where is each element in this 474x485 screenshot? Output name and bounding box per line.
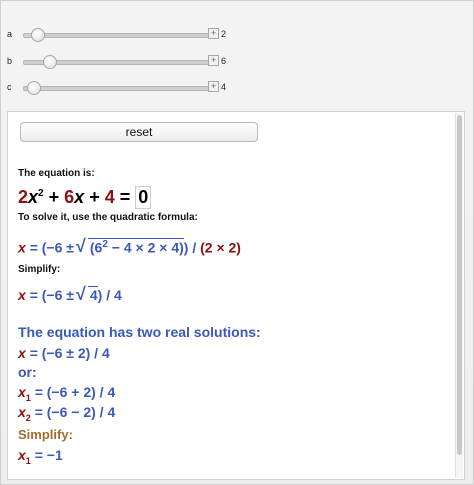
simplified-close: ) / 4 xyxy=(97,287,122,303)
slider-value-c: 4 xyxy=(221,82,227,92)
plus-icon[interactable]: + xyxy=(208,55,219,66)
vertical-scrollbar[interactable] xyxy=(455,113,463,478)
slider-label-b: b xyxy=(7,56,13,66)
sqrt-icon: 4 xyxy=(76,284,98,305)
slider-thumb-b[interactable] xyxy=(43,55,57,69)
slider-thumb-a[interactable] xyxy=(31,28,45,42)
slider-value-a: 2 xyxy=(221,29,227,39)
formula-equals: = xyxy=(29,239,38,256)
slider-track-a[interactable] xyxy=(23,28,209,42)
x2-sub: 2 xyxy=(25,412,31,423)
coef-b: 6 xyxy=(64,187,75,207)
x1-rest: = (−6 + 2) / 4 xyxy=(34,384,116,400)
inside-rest: − 4 × 2 × 4) xyxy=(111,239,184,256)
exponent: 2 xyxy=(38,188,44,199)
final-x: x xyxy=(18,447,26,463)
slider-c[interactable]: c + 4 xyxy=(7,81,247,95)
two-solutions-heading: The equation has two real solutions: xyxy=(18,324,261,340)
rhs-box: 0 xyxy=(135,186,152,209)
combined-rest: = (−6 ± 2) / 4 xyxy=(29,345,110,361)
formula-denominator: (2 × 2) xyxy=(200,239,241,256)
slider-label-a: a xyxy=(7,29,13,39)
combined-solution: x = (−6 ± 2) / 4 xyxy=(18,345,110,361)
inside-b: (6 xyxy=(89,239,103,256)
slider-track-b[interactable] xyxy=(23,55,209,69)
coef-c: 4 xyxy=(104,187,115,207)
simplified-formula: x = (−6 ± 4) / 4 xyxy=(18,284,122,305)
simplified-left: (−6 ± xyxy=(41,287,74,303)
inside-exp: 2 xyxy=(102,239,108,250)
x-term: x xyxy=(74,187,85,207)
final-sub: 1 xyxy=(25,455,31,466)
simplified-x: x xyxy=(18,287,26,303)
scrollbar-thumb[interactable] xyxy=(457,115,462,455)
plus-sign: + xyxy=(89,187,100,207)
formula-slash: / xyxy=(192,239,197,256)
slider-track-c[interactable] xyxy=(23,81,209,95)
reset-button[interactable]: reset xyxy=(20,122,258,142)
quadratic-formula: x = (−6 ± (62 − 4 × 2 × 4)) / (2 × 2) xyxy=(18,236,241,257)
output-panel: reset The equation is: 2x2 + 6x + 4 = 0 … xyxy=(7,111,465,480)
formula-close: ) xyxy=(183,239,189,256)
sqrt-icon: (62 − 4 × 2 × 4) xyxy=(76,236,184,257)
slider-thumb-c[interactable] xyxy=(27,81,41,95)
equation-display: 2x2 + 6x + 4 = 0 xyxy=(18,186,152,209)
simplified-equals: = xyxy=(29,287,38,303)
formula-left: (−6 ± xyxy=(41,239,74,256)
formula-x: x xyxy=(18,239,26,256)
plus-icon[interactable]: + xyxy=(208,81,219,92)
slider-value-b: 6 xyxy=(221,56,227,66)
solution-x1: x1 = (−6 + 2) / 4 xyxy=(18,384,115,403)
coef-a: 2 xyxy=(18,187,29,207)
plus-sign: + xyxy=(48,187,60,207)
simplify-heading-2: Simplify: xyxy=(18,427,73,442)
slider-a[interactable]: a + 2 xyxy=(7,28,247,42)
equals-sign: = xyxy=(119,187,131,207)
combined-x: x xyxy=(18,345,26,361)
equation-heading: The equation is: xyxy=(18,168,95,179)
formula-heading: To solve it, use the quadratic formula: xyxy=(18,212,198,223)
plus-icon[interactable]: + xyxy=(208,28,219,39)
x1-sub: 1 xyxy=(25,392,31,403)
solution-x2: x2 = (−6 − 2) / 4 xyxy=(18,404,115,423)
x1-var: x xyxy=(18,384,26,400)
or-label: or: xyxy=(18,364,37,380)
simplify-heading: Simplify: xyxy=(18,264,61,275)
final-rest: = −1 xyxy=(34,447,63,463)
x2-rest: = (−6 − 2) / 4 xyxy=(34,404,116,420)
final-solution: x1 = −1 xyxy=(18,447,63,466)
sqrt-arg: 4 xyxy=(87,286,98,303)
slider-label-c: c xyxy=(7,82,12,92)
sqrt-content: (62 − 4 × 2 × 4) xyxy=(87,238,184,256)
x-term: x xyxy=(28,187,39,207)
slider-b[interactable]: b + 6 xyxy=(7,55,247,69)
x2-var: x xyxy=(18,404,26,420)
control-panel: a + 2 b + 6 c + 4 reset The equation is:… xyxy=(0,0,474,485)
